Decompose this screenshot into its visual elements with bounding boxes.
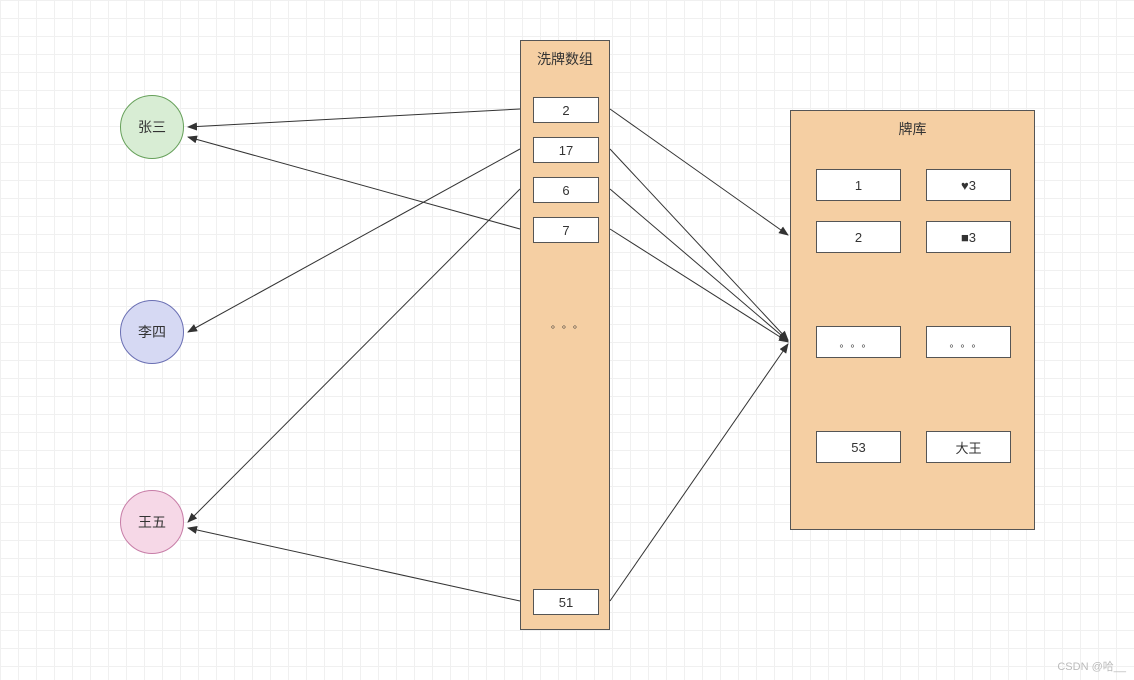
player-label: 李四 xyxy=(138,322,166,342)
shuffle-last: 51 xyxy=(533,589,599,615)
deck-ellipsis: 。。。 xyxy=(816,326,901,358)
player-li: 李四 xyxy=(120,300,184,364)
deck-title: 牌库 xyxy=(791,111,1034,145)
deck-cell-id: 1 xyxy=(816,169,901,201)
deck-box: 牌库 1 ♥3 2 ■3 。。。 。。。 53 大王 xyxy=(790,110,1035,530)
deck-last-id: 53 xyxy=(816,431,901,463)
deck-cell-id: 2 xyxy=(816,221,901,253)
shuffle-column: 洗牌数组 2 17 6 7 。。。 51 xyxy=(520,40,610,630)
ellipsis: 。。。 xyxy=(551,316,589,331)
player-label: 王五 xyxy=(138,512,166,532)
deck-last-card: 大王 xyxy=(926,431,1011,463)
player-zhang: 张三 xyxy=(120,95,184,159)
deck-cell-card: ■3 xyxy=(926,221,1011,253)
deck-cell-card: ♥3 xyxy=(926,169,1011,201)
shuffle-title: 洗牌数组 xyxy=(521,41,609,75)
shuffle-item: 17 xyxy=(533,137,599,163)
shuffle-item: 2 xyxy=(533,97,599,123)
player-wang: 王五 xyxy=(120,490,184,554)
player-label: 张三 xyxy=(138,117,166,137)
shuffle-item: 6 xyxy=(533,177,599,203)
deck-ellipsis: 。。。 xyxy=(926,326,1011,358)
watermark: CSDN @哈__ xyxy=(1057,658,1126,674)
shuffle-item: 7 xyxy=(533,217,599,243)
